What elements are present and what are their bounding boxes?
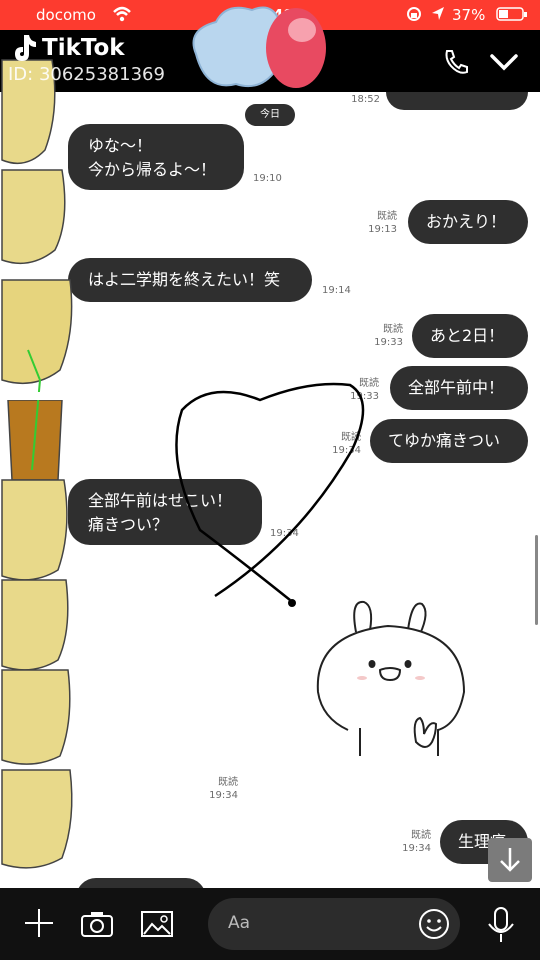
sticker-overlay: [192, 6, 326, 88]
read-receipt: 既読: [377, 211, 397, 222]
image-icon[interactable]: [140, 910, 174, 938]
message-text: おかえり！: [426, 212, 507, 231]
arrow-down-icon: [500, 848, 520, 872]
message-text: 全部午前中！: [408, 378, 505, 397]
message-bubble-outgoing[interactable]: あと2日！: [412, 314, 528, 358]
message-bubble-outgoing[interactable]: てゆか痛きつい: [370, 419, 528, 463]
read-receipt: 既読: [359, 378, 379, 389]
message-bubble-incoming[interactable]: [76, 878, 206, 888]
read-receipt: 既読: [383, 324, 403, 335]
emoji-icon[interactable]: [418, 908, 450, 940]
tiktok-brand: TikTok: [42, 35, 125, 61]
wifi-icon: [113, 6, 131, 22]
scroll-to-bottom-button[interactable]: [488, 838, 532, 882]
message-input[interactable]: Aa: [208, 898, 460, 950]
rotation-lock-icon: [407, 7, 421, 21]
message-time: 19:10: [253, 173, 282, 184]
message-time: 19:34: [332, 445, 361, 456]
message-bubble-outgoing[interactable]: おかえり！: [408, 200, 528, 244]
tiktok-user-id: ID: 30625381369: [8, 64, 165, 85]
message-time: 19:34: [270, 528, 299, 539]
message-meta: 既読 19:13: [362, 210, 397, 236]
message-bubble-outgoing[interactable]: [386, 92, 528, 110]
microphone-icon[interactable]: [486, 906, 516, 944]
read-receipt: 既読: [218, 777, 238, 788]
location-icon: [432, 7, 444, 20]
carrier-label: docomo: [36, 6, 96, 24]
message-time: 19:33: [374, 337, 403, 348]
message-time: 19:14: [322, 285, 351, 296]
message-bubble-incoming[interactable]: 全部午前はせこい！ 痛きつい？: [68, 479, 262, 545]
message-text: 今から帰るよ〜！: [88, 160, 217, 179]
read-receipt: 既読: [341, 432, 361, 443]
camera-icon[interactable]: [80, 910, 114, 938]
message-meta: 既読 19:33: [344, 377, 379, 403]
message-text: 痛きつい？: [88, 515, 169, 534]
phone-icon[interactable]: [442, 48, 468, 76]
message-text: あと2日！: [430, 326, 505, 345]
chat-area[interactable]: 18:52 今日 ゆな〜！ 今から帰るよ〜！ 19:10 おかえり！ 既読 19:…: [0, 92, 540, 888]
message-meta: 既読 19:34: [326, 431, 361, 457]
tiktok-logo-icon: [15, 35, 36, 61]
message-text: てゆか痛きつい: [388, 431, 501, 450]
read-receipt: 既読: [411, 830, 431, 841]
message-meta: 既読 19:34: [396, 829, 431, 855]
message-time: 19:34: [402, 843, 431, 854]
battery-percent: 37%: [452, 6, 486, 24]
input-bar: Aa: [0, 888, 540, 960]
message-text: ゆな〜！: [88, 136, 153, 155]
message-bubble-incoming[interactable]: はよ二学期を終えたい！笑: [68, 258, 312, 302]
scrollbar[interactable]: [535, 535, 538, 625]
battery-icon: [496, 7, 527, 21]
message-text: はよ二学期を終えたい！笑: [88, 270, 281, 289]
message-time: 19:13: [368, 224, 397, 235]
rabbit-sticker[interactable]: [308, 594, 472, 764]
message-bubble-incoming[interactable]: ゆな〜！ 今から帰るよ〜！: [68, 124, 244, 190]
message-bubble-outgoing[interactable]: 全部午前中！: [390, 366, 528, 410]
message-text: 全部午前はせこい！: [88, 491, 233, 510]
tiktok-watermark: TikTok: [12, 30, 125, 66]
date-separator: 今日: [245, 104, 295, 126]
message-time: 18:52: [351, 94, 380, 105]
plus-icon[interactable]: [22, 906, 56, 940]
message-time: 19:34: [209, 790, 238, 801]
input-placeholder: Aa: [228, 913, 251, 933]
message-meta: 既読 19:34: [202, 776, 238, 802]
chevron-down-icon[interactable]: [490, 52, 518, 72]
message-meta: 既読 19:33: [368, 323, 403, 349]
message-time: 19:33: [350, 391, 379, 402]
